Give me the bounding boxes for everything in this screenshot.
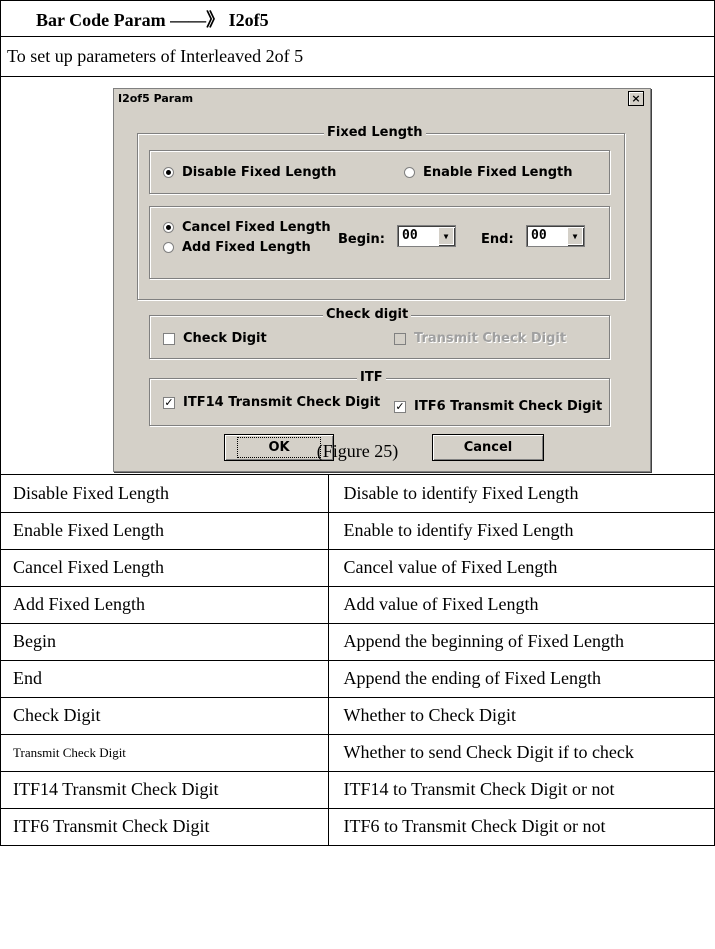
table-row: End Append the ending of Fixed Length [1,660,714,698]
description-cell: Cancel value of Fixed Length [327,549,714,587]
close-icon[interactable]: × [628,91,644,106]
enable-fixed-length-label: Enable Fixed Length [423,165,573,180]
end-select[interactable]: 00 ▼ [526,225,585,247]
table-row: ITF6 Transmit Check Digit ITF6 to Transmi… [1,808,714,846]
term-cell: Begin [1,623,328,661]
add-fixed-length-radio[interactable]: Add Fixed Length [163,240,311,255]
itf14-transmit-label: ITF14 Transmit Check Digit [183,395,381,410]
checkbox-unchecked-icon [163,332,175,345]
itf6-transmit-checkbox[interactable]: ✓ ITF6 Transmit Check Digit [394,399,602,414]
disable-fixed-length-label: Disable Fixed Length [182,165,337,180]
description-cell: Whether to Check Digit [327,697,714,735]
term-cell: Cancel Fixed Length [1,549,328,587]
fixed-length-legend: Fixed Length [324,125,426,140]
document-page: Bar Code Param ——》 I2of5 To set up param… [0,0,715,846]
table-row: Transmit Check Digit Whether to send Chec… [1,734,714,772]
end-value: 00 [531,228,547,243]
definitions-table: Disable Fixed Length Disable to identify … [1,475,714,846]
checkbox-checked-icon: ✓ [394,399,406,413]
cancel-fixed-length-radio[interactable]: Cancel Fixed Length [163,220,331,235]
begin-select[interactable]: 00 ▼ [397,225,456,247]
figure-caption: (Figure 25) [316,441,399,461]
radio-selected-icon [163,167,174,178]
term-cell: Check Digit [1,697,328,735]
term-cell: Disable Fixed Length [1,475,328,513]
i2of5-param-dialog: I2of5 Param × Fixed Length Disable Fixed… [113,88,651,472]
chevron-down-icon[interactable]: ▼ [567,227,583,245]
checkbox-disabled-icon [394,332,406,345]
itf-legend: ITF [357,370,386,385]
figure-row: I2of5 Param × Fixed Length Disable Fixed… [1,77,714,475]
transmit-check-digit-label: Transmit Check Digit [414,331,567,346]
cancel-fixed-length-label: Cancel Fixed Length [182,220,331,235]
term-cell: ITF6 Transmit Check Digit [1,808,328,846]
intro-text: To set up parameters of Interleaved 2of … [7,46,304,66]
table-row: Begin Append the beginning of Fixed Lengt… [1,623,714,661]
begin-value: 00 [402,228,418,243]
description-cell: Append the beginning of Fixed Length [327,623,714,661]
section-title: Bar Code Param ——》 I2of5 [36,9,269,30]
table-row: Disable Fixed Length Disable to identify … [1,475,714,513]
chevron-down-icon[interactable]: ▼ [438,227,454,245]
term-cell: ITF14 Transmit Check Digit [1,771,328,809]
check-digit-checkbox[interactable]: Check Digit [163,331,267,346]
table-row: Check Digit Whether to Check Digit [1,697,714,735]
check-digit-legend: Check digit [323,307,412,322]
add-fixed-length-label: Add Fixed Length [182,240,311,255]
description-cell: Disable to identify Fixed Length [327,475,714,513]
itf14-transmit-checkbox[interactable]: ✓ ITF14 Transmit Check Digit [163,395,380,410]
term-cell: Transmit Check Digit [1,734,328,772]
description-cell: Append the ending of Fixed Length [327,660,714,698]
term-cell: End [1,660,328,698]
checkbox-checked-icon: ✓ [163,395,175,409]
dialog-title: I2of5 Param [118,92,194,105]
table-row: Cancel Fixed Length Cancel value of Fixed… [1,549,714,587]
section-header: Bar Code Param ——》 I2of5 [1,0,714,37]
dialog-titlebar: I2of5 Param × [114,89,650,109]
description-cell: Add value of Fixed Length [327,586,714,624]
term-cell: Add Fixed Length [1,586,328,624]
description-cell: Enable to identify Fixed Length [327,512,714,550]
begin-label: Begin: [338,232,385,247]
intro-row: To set up parameters of Interleaved 2of … [1,37,714,77]
table-row: Add Fixed Length Add value of Fixed Lengt… [1,586,714,624]
transmit-check-digit-checkbox: Transmit Check Digit [394,331,566,346]
enable-fixed-length-radio[interactable]: Enable Fixed Length [404,165,573,180]
radio-unselected-icon [404,167,415,178]
term-cell: Enable Fixed Length [1,512,328,550]
check-digit-label: Check Digit [183,331,267,346]
description-cell: ITF6 to Transmit Check Digit or not [327,808,714,846]
description-cell: ITF14 to Transmit Check Digit or not [327,771,714,809]
table-row: ITF14 Transmit Check Digit ITF14 to Trans… [1,771,714,809]
radio-selected-icon [163,222,174,233]
disable-fixed-length-radio[interactable]: Disable Fixed Length [163,165,336,180]
end-label: End: [481,232,514,247]
itf6-transmit-label: ITF6 Transmit Check Digit [414,399,603,414]
radio-unselected-icon [163,242,174,253]
table-row: Enable Fixed Length Enable to identify Fi… [1,512,714,550]
description-cell: Whether to send Check Digit if to check [327,734,714,772]
